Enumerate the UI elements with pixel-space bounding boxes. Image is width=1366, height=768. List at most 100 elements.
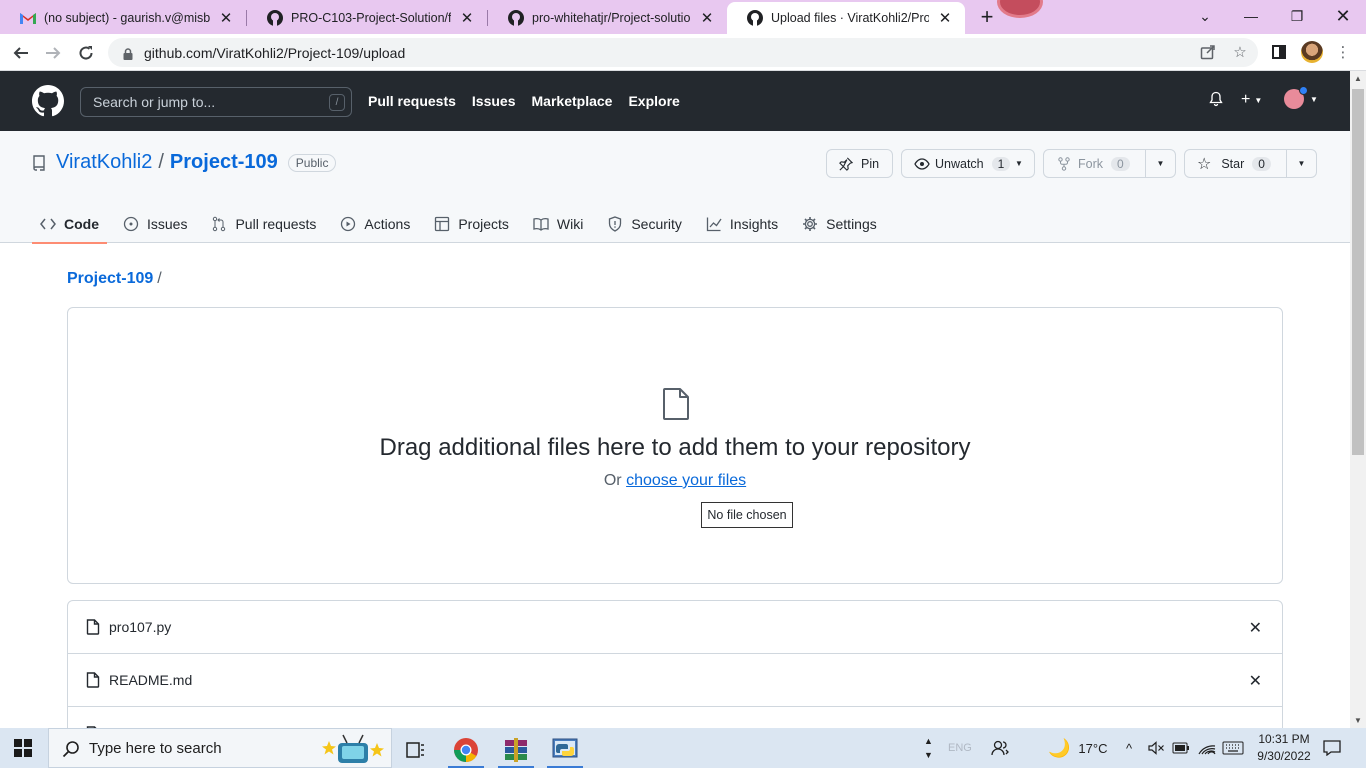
windows-start-icon[interactable] bbox=[14, 739, 32, 757]
reload-button[interactable] bbox=[73, 40, 99, 66]
nav-pull-requests[interactable]: Pull requests bbox=[368, 93, 456, 109]
profile-avatar[interactable] bbox=[1301, 41, 1323, 63]
system-clock[interactable]: 10:31 PM 9/30/2022 bbox=[1250, 731, 1318, 765]
tab-code[interactable]: Code bbox=[32, 205, 107, 244]
browser-tab-pro-c103[interactable]: PRO-C103-Project-Solution/file_s ✕ bbox=[247, 2, 487, 34]
remove-file-icon[interactable]: ✕ bbox=[1249, 671, 1262, 691]
user-avatar-menu[interactable]: ▼ bbox=[1284, 86, 1318, 109]
python-idle-app-icon[interactable] bbox=[543, 732, 587, 768]
star-dropdown-icon[interactable]: ▼ bbox=[1286, 150, 1316, 177]
browser-tab-gmail[interactable]: (no subject) - gaurish.v@misb.ac ✕ bbox=[0, 2, 246, 34]
scroll-down-arrow-icon[interactable]: ▼ bbox=[1354, 716, 1362, 725]
close-tab-icon[interactable]: ✕ bbox=[218, 9, 234, 27]
taskbar-search-placeholder: Type here to search bbox=[89, 739, 222, 757]
fork-label: Fork bbox=[1078, 156, 1103, 171]
bell-icon[interactable] bbox=[1208, 91, 1224, 107]
close-tab-icon[interactable]: ✕ bbox=[937, 9, 953, 27]
github-icon bbox=[747, 10, 763, 26]
tab-issues[interactable]: Issues bbox=[115, 205, 195, 243]
browser-tab-upload-files[interactable]: Upload files · ViratKohli2/Project- ✕ bbox=[727, 2, 965, 34]
back-button[interactable] bbox=[8, 40, 34, 66]
bookmark-star-icon[interactable]: ☆ bbox=[1230, 42, 1250, 62]
watch-dropdown-icon[interactable]: ▼ bbox=[1004, 150, 1034, 177]
repo-nav-tabs: Code Issues Pull requests Actions Projec… bbox=[32, 205, 893, 244]
tab-wiki[interactable]: Wiki bbox=[525, 205, 591, 243]
drop-zone-title: Drag additional files here to add them t… bbox=[379, 434, 971, 461]
github-search-input[interactable]: Search or jump to... / bbox=[80, 87, 352, 117]
repo-separator: / bbox=[158, 151, 164, 173]
breadcrumb: Project-109/ bbox=[67, 270, 162, 288]
show-hidden-icons-chevron-icon[interactable]: ^ bbox=[1126, 728, 1132, 768]
close-tab-icon[interactable]: ✕ bbox=[459, 9, 475, 27]
input-language[interactable]: ENG bbox=[948, 728, 972, 768]
repo-name-link[interactable]: Project-109 bbox=[170, 151, 278, 174]
winrar-app-icon[interactable] bbox=[494, 732, 538, 768]
repo-title: ViratKohli2 / Project-109 Public bbox=[32, 151, 337, 174]
star-button[interactable]: ☆ Star 0 ▼ bbox=[1184, 149, 1317, 178]
restore-button[interactable]: ❐ bbox=[1274, 0, 1320, 32]
new-tab-button[interactable]: + bbox=[976, 4, 998, 30]
chevron-down-icon[interactable]: ▼ bbox=[924, 748, 933, 762]
breadcrumb-repo-link[interactable]: Project-109 bbox=[67, 270, 153, 287]
fork-button[interactable]: Fork 0 ▼ bbox=[1043, 149, 1176, 178]
page-scrollbar[interactable]: ▲ ▼ bbox=[1350, 71, 1366, 728]
unwatch-button[interactable]: Unwatch 1 ▼ bbox=[901, 149, 1035, 178]
browser-menu-icon[interactable]: ⋮ bbox=[1333, 42, 1353, 62]
speaker-muted-icon[interactable] bbox=[1148, 728, 1164, 768]
battery-icon[interactable] bbox=[1172, 728, 1190, 768]
file-input-status[interactable]: No file chosen bbox=[701, 502, 793, 528]
tab-security[interactable]: Security bbox=[599, 205, 690, 243]
tab-pull-requests[interactable]: Pull requests bbox=[203, 205, 324, 243]
list-item bbox=[68, 707, 1282, 729]
tab-label: Issues bbox=[147, 216, 188, 232]
star-label: Star bbox=[1221, 156, 1245, 171]
close-window-button[interactable]: ✕ bbox=[1320, 0, 1366, 32]
tab-projects[interactable]: Projects bbox=[426, 205, 517, 243]
share-icon[interactable] bbox=[1198, 42, 1218, 62]
people-icon[interactable] bbox=[991, 728, 1009, 768]
tab-actions[interactable]: Actions bbox=[332, 205, 418, 243]
nav-marketplace[interactable]: Marketplace bbox=[532, 93, 613, 109]
taskbar-search-input[interactable]: Type here to search bbox=[48, 728, 392, 768]
create-new-plus-icon[interactable]: + ▼ bbox=[1241, 91, 1262, 109]
tab-label: Insights bbox=[729, 216, 779, 232]
file-drop-zone[interactable]: Drag additional files here to add them t… bbox=[67, 307, 1283, 584]
scrollbar-thumb[interactable] bbox=[1352, 89, 1364, 455]
file-name: pro107.py bbox=[109, 619, 172, 635]
tab-label: Pull requests bbox=[235, 216, 317, 232]
address-bar[interactable]: github.com/ViratKohli2/Project-109/uploa… bbox=[108, 38, 1258, 67]
taskbar-scroll-arrows[interactable]: ▲ ▼ bbox=[924, 728, 933, 768]
task-view-icon[interactable] bbox=[394, 732, 438, 768]
github-logo-icon[interactable] bbox=[32, 85, 64, 117]
minimize-button[interactable]: — bbox=[1228, 0, 1274, 32]
side-panel-icon[interactable] bbox=[1269, 42, 1289, 62]
pin-button[interactable]: Pin bbox=[826, 149, 893, 178]
visibility-badge: Public bbox=[287, 153, 337, 172]
screen-recorder-icon[interactable] bbox=[997, 0, 1043, 18]
repo-owner-link[interactable]: ViratKohli2 bbox=[56, 151, 152, 174]
file-icon bbox=[86, 672, 100, 688]
pull-request-icon bbox=[211, 216, 227, 232]
or-text: Or bbox=[603, 472, 622, 489]
weather-widget[interactable]: 🌙 17°C bbox=[1048, 728, 1107, 768]
wifi-icon[interactable] bbox=[1198, 728, 1216, 768]
tab-search-chevron-icon[interactable]: ⌄ bbox=[1182, 0, 1228, 32]
nav-explore[interactable]: Explore bbox=[628, 93, 679, 109]
choose-files-link[interactable]: choose your files bbox=[626, 472, 746, 489]
github-icon bbox=[508, 10, 524, 26]
tab-settings[interactable]: Settings bbox=[794, 205, 885, 243]
browser-tab-pro-whitehatjr[interactable]: pro-whitehatjr/Project-solution-C ✕ bbox=[488, 2, 727, 34]
remove-file-icon[interactable]: ✕ bbox=[1249, 618, 1262, 638]
chevron-up-icon[interactable]: ▲ bbox=[924, 734, 933, 748]
keyboard-icon[interactable] bbox=[1222, 728, 1244, 768]
clock-date: 9/30/2022 bbox=[1257, 749, 1311, 763]
forward-button[interactable] bbox=[40, 40, 66, 66]
search-placeholder: Search or jump to... bbox=[93, 94, 216, 110]
fork-dropdown-icon[interactable]: ▼ bbox=[1145, 150, 1175, 177]
close-tab-icon[interactable]: ✕ bbox=[699, 9, 715, 27]
notifications-icon[interactable] bbox=[1323, 728, 1341, 768]
scroll-up-arrow-icon[interactable]: ▲ bbox=[1354, 74, 1362, 83]
nav-issues[interactable]: Issues bbox=[472, 93, 516, 109]
chrome-app-icon[interactable] bbox=[444, 732, 488, 768]
tab-insights[interactable]: Insights bbox=[698, 205, 786, 243]
